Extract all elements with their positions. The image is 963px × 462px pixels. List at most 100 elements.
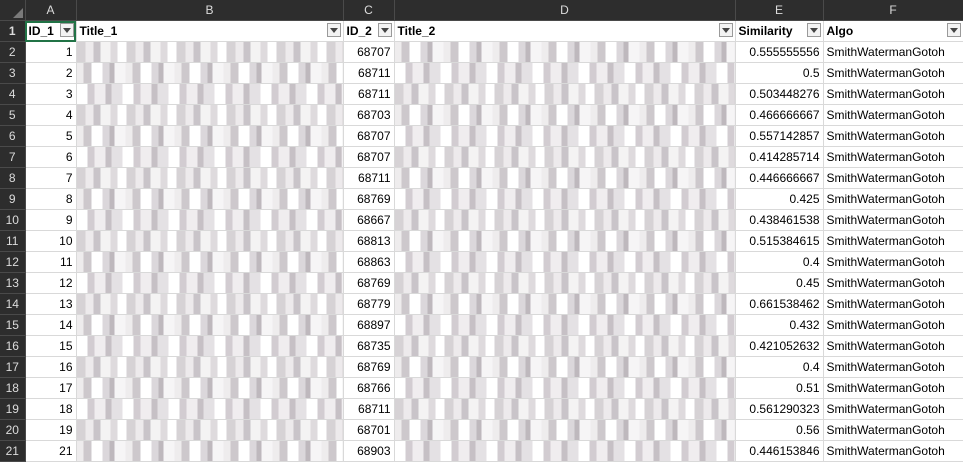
cell-title1-redacted[interactable]: [76, 188, 344, 210]
cell-title2-redacted[interactable]: [394, 440, 736, 462]
cell-id2[interactable]: 68701: [343, 419, 395, 441]
cell-id2[interactable]: 68711: [343, 398, 395, 420]
header-cell-title1[interactable]: Title_1: [76, 20, 344, 42]
cell-id2[interactable]: 68766: [343, 377, 395, 399]
row-number[interactable]: 5: [0, 104, 26, 126]
cell-algo[interactable]: SmithWatermanGotoh: [823, 104, 963, 126]
cell-algo[interactable]: SmithWatermanGotoh: [823, 62, 963, 84]
cell-similarity[interactable]: 0.438461538: [735, 209, 824, 231]
cell-similarity[interactable]: 0.4: [735, 251, 824, 273]
cell-id2[interactable]: 68707: [343, 125, 395, 147]
filter-dropdown-icon[interactable]: [59, 23, 74, 37]
cell-title2-redacted[interactable]: [394, 314, 736, 336]
cell-id2[interactable]: 68813: [343, 230, 395, 252]
cell-id1[interactable]: 4: [25, 104, 77, 126]
cell-similarity[interactable]: 0.661538462: [735, 293, 824, 315]
cell-algo[interactable]: SmithWatermanGotoh: [823, 440, 963, 462]
cell-algo[interactable]: SmithWatermanGotoh: [823, 146, 963, 168]
row-number[interactable]: 7: [0, 146, 26, 168]
cell-title1-redacted[interactable]: [76, 440, 344, 462]
cell-title2-redacted[interactable]: [394, 167, 736, 189]
column-header-d[interactable]: D: [394, 0, 736, 21]
cell-algo[interactable]: SmithWatermanGotoh: [823, 419, 963, 441]
cell-title1-redacted[interactable]: [76, 356, 344, 378]
cell-id2[interactable]: 68711: [343, 167, 395, 189]
row-number[interactable]: 2: [0, 41, 26, 63]
cell-similarity[interactable]: 0.466666667: [735, 104, 824, 126]
cell-title1-redacted[interactable]: [76, 167, 344, 189]
cell-algo[interactable]: SmithWatermanGotoh: [823, 335, 963, 357]
cell-id1[interactable]: 1: [25, 41, 77, 63]
cell-id1[interactable]: 5: [25, 125, 77, 147]
cell-id2[interactable]: 68897: [343, 314, 395, 336]
cell-algo[interactable]: SmithWatermanGotoh: [823, 293, 963, 315]
cell-similarity[interactable]: 0.5: [735, 62, 824, 84]
cell-algo[interactable]: SmithWatermanGotoh: [823, 356, 963, 378]
cell-title2-redacted[interactable]: [394, 125, 736, 147]
cell-algo[interactable]: SmithWatermanGotoh: [823, 83, 963, 105]
cell-id1[interactable]: 16: [25, 356, 77, 378]
cell-title1-redacted[interactable]: [76, 419, 344, 441]
row-number[interactable]: 19: [0, 398, 26, 420]
cell-id2[interactable]: 68711: [343, 83, 395, 105]
row-number[interactable]: 20: [0, 419, 26, 441]
cell-id1[interactable]: 9: [25, 209, 77, 231]
cell-similarity[interactable]: 0.503448276: [735, 83, 824, 105]
cell-title1-redacted[interactable]: [76, 125, 344, 147]
cell-similarity[interactable]: 0.561290323: [735, 398, 824, 420]
cell-id1[interactable]: 6: [25, 146, 77, 168]
row-number[interactable]: 11: [0, 230, 26, 252]
filter-dropdown-icon[interactable]: [718, 23, 733, 37]
cell-similarity[interactable]: 0.515384615: [735, 230, 824, 252]
cell-title1-redacted[interactable]: [76, 230, 344, 252]
cell-title2-redacted[interactable]: [394, 272, 736, 294]
cell-similarity[interactable]: 0.446666667: [735, 167, 824, 189]
cell-title1-redacted[interactable]: [76, 314, 344, 336]
cell-title1-redacted[interactable]: [76, 335, 344, 357]
cell-id1[interactable]: 14: [25, 314, 77, 336]
row-number[interactable]: 13: [0, 272, 26, 294]
cell-id1[interactable]: 21: [25, 440, 77, 462]
column-header-c[interactable]: C: [343, 0, 395, 21]
cell-id2[interactable]: 68903: [343, 440, 395, 462]
column-header-f[interactable]: F: [823, 0, 963, 21]
cell-title2-redacted[interactable]: [394, 209, 736, 231]
header-cell-id2[interactable]: ID_2: [343, 20, 395, 42]
cell-title2-redacted[interactable]: [394, 377, 736, 399]
cell-id2[interactable]: 68703: [343, 104, 395, 126]
select-all-corner[interactable]: [0, 0, 26, 21]
cell-id2[interactable]: 68769: [343, 188, 395, 210]
cell-title1-redacted[interactable]: [76, 146, 344, 168]
cell-id2[interactable]: 68667: [343, 209, 395, 231]
cell-title1-redacted[interactable]: [76, 209, 344, 231]
cell-title2-redacted[interactable]: [394, 293, 736, 315]
cell-title1-redacted[interactable]: [76, 377, 344, 399]
cell-title1-redacted[interactable]: [76, 83, 344, 105]
row-number[interactable]: 14: [0, 293, 26, 315]
cell-similarity[interactable]: 0.51: [735, 377, 824, 399]
cell-algo[interactable]: SmithWatermanGotoh: [823, 209, 963, 231]
row-number[interactable]: 18: [0, 377, 26, 399]
cell-id1[interactable]: 15: [25, 335, 77, 357]
cell-id2[interactable]: 68735: [343, 335, 395, 357]
cell-id1[interactable]: 2: [25, 62, 77, 84]
header-cell-algo[interactable]: Algo: [823, 20, 963, 42]
row-number[interactable]: 4: [0, 83, 26, 105]
cell-title1-redacted[interactable]: [76, 62, 344, 84]
row-number[interactable]: 16: [0, 335, 26, 357]
cell-title2-redacted[interactable]: [394, 62, 736, 84]
cell-similarity[interactable]: 0.425: [735, 188, 824, 210]
cell-id2[interactable]: 68779: [343, 293, 395, 315]
cell-title1-redacted[interactable]: [76, 293, 344, 315]
cell-id1[interactable]: 8: [25, 188, 77, 210]
cell-id1[interactable]: 13: [25, 293, 77, 315]
cell-id2[interactable]: 68707: [343, 146, 395, 168]
header-cell-similarity[interactable]: Similarity: [735, 20, 824, 42]
row-number[interactable]: 8: [0, 167, 26, 189]
cell-id2[interactable]: 68707: [343, 41, 395, 63]
cell-algo[interactable]: SmithWatermanGotoh: [823, 167, 963, 189]
cell-algo[interactable]: SmithWatermanGotoh: [823, 251, 963, 273]
filter-dropdown-icon[interactable]: [326, 23, 341, 37]
cell-similarity[interactable]: 0.555555556: [735, 41, 824, 63]
cell-similarity[interactable]: 0.557142857: [735, 125, 824, 147]
